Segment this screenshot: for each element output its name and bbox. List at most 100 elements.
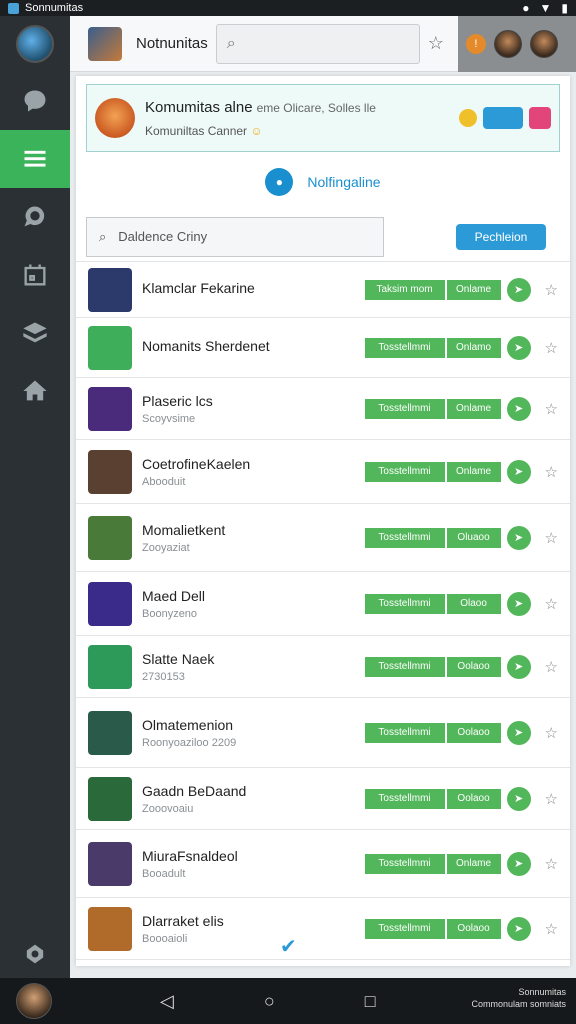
join-arrow-icon[interactable]: ➤ bbox=[506, 786, 531, 811]
online-tag: Oolaoo bbox=[446, 788, 501, 809]
app-avatar[interactable] bbox=[16, 25, 54, 63]
online-tag: Oolaoo bbox=[446, 722, 501, 743]
status-tag: Tosstellmmi bbox=[364, 398, 445, 419]
list-item[interactable]: Momalietkent Zooyaziat Tosstellmmi Oluaoo ➤ ☆ bbox=[76, 504, 570, 572]
star-icon[interactable]: ☆ bbox=[545, 281, 558, 299]
wifi-icon: ● bbox=[522, 1, 530, 15]
online-tag: Onlamo bbox=[446, 337, 501, 358]
nav-caption-2: Commonulam somniats bbox=[471, 999, 566, 1009]
rail-header bbox=[0, 16, 70, 72]
join-arrow-icon[interactable]: ➤ bbox=[506, 916, 531, 941]
profile-avatar[interactable] bbox=[16, 983, 52, 1019]
friend-avatar[interactable] bbox=[493, 29, 522, 58]
user-avatar[interactable] bbox=[529, 29, 558, 58]
row-sub: 2730153 bbox=[142, 670, 185, 683]
star-icon[interactable]: ☆ bbox=[545, 339, 558, 357]
join-arrow-icon[interactable]: ➤ bbox=[506, 277, 531, 302]
star-icon[interactable]: ☆ bbox=[545, 658, 558, 676]
app-status-icon bbox=[8, 2, 19, 14]
status-tag: Tosstellmmi bbox=[364, 527, 445, 548]
nav-buttons: ◁ ○ □ bbox=[160, 991, 376, 1012]
star-icon[interactable]: ☆ bbox=[545, 790, 558, 808]
join-arrow-icon[interactable]: ➤ bbox=[506, 720, 531, 745]
row-name: Nomanits Sherdenet bbox=[142, 337, 270, 354]
chat-icon bbox=[24, 90, 46, 112]
list-item[interactable]: CoetrofineKaelen Abooduit Tosstellmmi Onlam… bbox=[76, 440, 570, 504]
filter-row: ⌕ Daldence Criny Pechleion bbox=[76, 212, 570, 262]
list-item[interactable]: MiuraFsnaldeol Booadult Tosstellmmi Onlame ➤… bbox=[76, 830, 570, 898]
row-tags: Tosstellmmi Oolaoo bbox=[364, 722, 501, 743]
row-sub: Booadult bbox=[142, 867, 186, 880]
search-input[interactable]: ⌕ bbox=[215, 23, 420, 64]
status-tag: Taksim mom bbox=[364, 279, 445, 300]
status-tag: Tosstellmmi bbox=[364, 656, 445, 677]
join-arrow-icon[interactable]: ➤ bbox=[506, 591, 531, 616]
favorite-star-icon[interactable]: ☆ bbox=[428, 33, 444, 54]
filter-button[interactable]: Pechleion bbox=[456, 223, 546, 250]
row-text: Nomanits Sherdenet bbox=[142, 338, 365, 358]
location-pin-icon: ● bbox=[265, 168, 294, 196]
row-tags: Tosstellmmi Onlamo bbox=[364, 337, 501, 358]
row-text: Momalietkent Zooyaziat bbox=[142, 522, 365, 554]
filter-search-input[interactable]: ⌕ Daldence Criny bbox=[86, 216, 384, 257]
recents-icon[interactable]: □ bbox=[365, 991, 376, 1012]
join-arrow-icon[interactable]: ➤ bbox=[506, 396, 531, 421]
rail-item-discover[interactable] bbox=[0, 188, 70, 246]
row-sub: Scoyvsime bbox=[142, 412, 196, 425]
rail-item-library[interactable] bbox=[0, 304, 70, 362]
row-name: Gaadn BeDaand bbox=[142, 782, 247, 799]
star-icon[interactable]: ☆ bbox=[545, 920, 558, 938]
notification-badge[interactable]: ! bbox=[465, 33, 486, 54]
home-circle-icon[interactable]: ○ bbox=[264, 991, 275, 1012]
rail-item-calendar[interactable] bbox=[0, 246, 70, 304]
rail-item-chat[interactable] bbox=[0, 72, 70, 130]
join-arrow-icon[interactable]: ➤ bbox=[506, 459, 531, 484]
community-icon bbox=[88, 776, 132, 821]
star-icon[interactable]: ☆ bbox=[545, 724, 558, 742]
nav-caption-1: Sonnumitas bbox=[518, 987, 566, 997]
back-icon[interactable]: ◁ bbox=[160, 991, 174, 1012]
list-item[interactable]: Gaadn BeDaand Zooovoaiu Tosstellmmi Oolaoo ➤… bbox=[76, 768, 570, 830]
community-banner[interactable]: Komumitas alne eme Olicare, Solles lle Ko… bbox=[86, 84, 560, 152]
search-icon: ⌕ bbox=[99, 228, 107, 244]
rail-item-list[interactable] bbox=[0, 130, 70, 188]
settings-icon[interactable] bbox=[21, 940, 49, 968]
list-item[interactable]: Nomanits Sherdenet Tosstellmmi Onlamo ➤ ☆ bbox=[76, 318, 570, 378]
join-arrow-icon[interactable]: ➤ bbox=[506, 525, 531, 550]
join-arrow-icon[interactable]: ➤ bbox=[506, 851, 531, 876]
row-tags: Tosstellmmi Oluaoo bbox=[364, 527, 501, 548]
community-icon bbox=[88, 449, 132, 494]
nav-caption: Sonnumitas Commonulam somniats bbox=[471, 986, 566, 1010]
join-arrow-icon[interactable]: ➤ bbox=[506, 654, 531, 679]
banner-blue-button[interactable] bbox=[483, 107, 523, 129]
main-panel: Komumitas alne eme Olicare, Solles lle Ko… bbox=[76, 76, 570, 966]
star-icon[interactable]: ☆ bbox=[545, 529, 558, 547]
list-item[interactable]: Olmatemenion Roonyoaziloo 2209 Tosstellmmi… bbox=[76, 698, 570, 768]
list-item[interactable]: Plaseric lcs Scoyvsime Tosstellmmi Onlame ➤ ☆ bbox=[76, 378, 570, 440]
star-icon[interactable]: ☆ bbox=[545, 595, 558, 613]
list-item[interactable]: Klamclar Fekarine Taksim mom Onlame ➤ ☆ bbox=[76, 262, 570, 318]
star-icon[interactable]: ☆ bbox=[545, 855, 558, 873]
list-item[interactable]: Maed Dell Boonyzeno Tosstellmmi Olaoo ➤ ☆ bbox=[76, 572, 570, 636]
row-name: CoetrofineKaelen bbox=[142, 455, 251, 472]
row-name: Plaseric lcs bbox=[142, 392, 213, 409]
community-logo[interactable] bbox=[88, 26, 122, 61]
list-item[interactable]: Dlarraket elis Boooaioli Tosstellmmi Oolaoo… bbox=[76, 898, 570, 960]
row-text: MiuraFsnaldeol Booadult bbox=[142, 848, 365, 880]
banner-pink-button[interactable] bbox=[529, 107, 551, 129]
status-tag: Tosstellmmi bbox=[364, 337, 445, 358]
community-icon bbox=[88, 515, 132, 560]
rail-item-home[interactable] bbox=[0, 362, 70, 420]
join-arrow-icon[interactable]: ➤ bbox=[506, 335, 531, 360]
list-item[interactable]: Slatte Naek 2730153 Tosstellmmi Oolaoo ➤ ☆ bbox=[76, 636, 570, 698]
discover-icon bbox=[24, 206, 45, 227]
star-icon[interactable]: ☆ bbox=[545, 463, 558, 481]
star-icon[interactable]: ☆ bbox=[545, 400, 558, 418]
system-nav-bar: ◁ ○ □ Sonnumitas Commonulam somniats bbox=[0, 978, 576, 1024]
banner-title-extra: eme Olicare, Solles lle bbox=[256, 100, 376, 115]
row-tags: Tosstellmmi Olaoo bbox=[364, 593, 501, 614]
filter-placeholder: Daldence Criny bbox=[118, 229, 208, 244]
status-tag: Tosstellmmi bbox=[364, 461, 445, 482]
status-tag: Tosstellmmi bbox=[364, 722, 445, 743]
status-icons: ● ▼ ▮ bbox=[522, 1, 568, 15]
